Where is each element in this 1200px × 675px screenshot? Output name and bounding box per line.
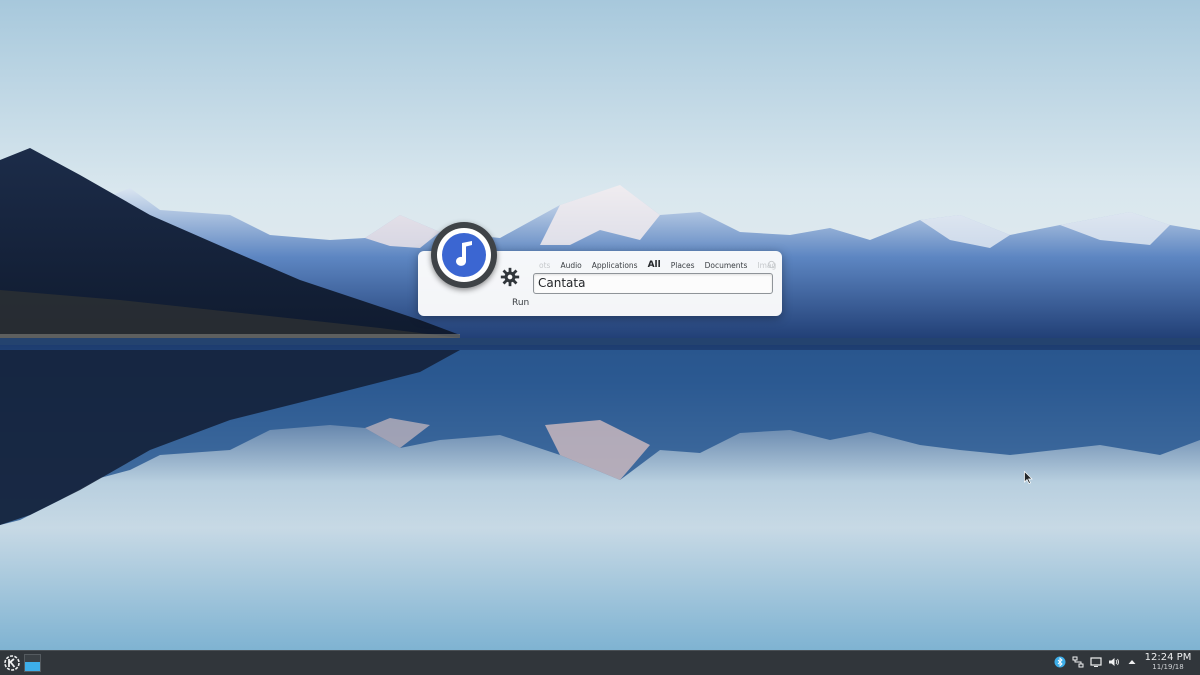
kde-logo-icon[interactable]	[3, 654, 21, 672]
music-note-icon[interactable]	[431, 222, 497, 288]
gear-icon[interactable]	[499, 266, 521, 288]
virtual-desktop-pager[interactable]	[24, 654, 41, 672]
search-input[interactable]: Cantata	[533, 273, 773, 294]
display-icon[interactable]	[1090, 656, 1102, 668]
taskbar: 12:24 PM 11/19/18	[0, 650, 1200, 675]
category-tabs: ots Audio Applications All Places Docume…	[534, 258, 776, 272]
chevron-up-icon[interactable]	[1126, 656, 1138, 668]
clock-time: 12:24 PM	[1144, 652, 1192, 663]
bluetooth-icon[interactable]	[1054, 656, 1066, 668]
runner-label: Run	[512, 298, 530, 308]
history-icon[interactable]	[767, 260, 776, 269]
network-icon[interactable]	[1072, 656, 1084, 668]
desktop-wallpaper	[0, 0, 1200, 650]
tab-audio[interactable]: Audio	[555, 261, 586, 270]
tab-all[interactable]: All	[643, 260, 666, 270]
mouse-cursor-icon	[1024, 471, 1033, 484]
tab-documents[interactable]: Documents	[700, 261, 753, 270]
clock-date: 11/19/18	[1152, 663, 1184, 671]
volume-icon[interactable]	[1108, 656, 1120, 668]
digital-clock[interactable]: 12:24 PM 11/19/18	[1139, 653, 1197, 671]
tab-applications[interactable]: Applications	[587, 261, 643, 270]
system-tray	[1054, 656, 1138, 668]
tab-ots[interactable]: ots	[534, 261, 555, 270]
tab-places[interactable]: Places	[666, 261, 700, 270]
